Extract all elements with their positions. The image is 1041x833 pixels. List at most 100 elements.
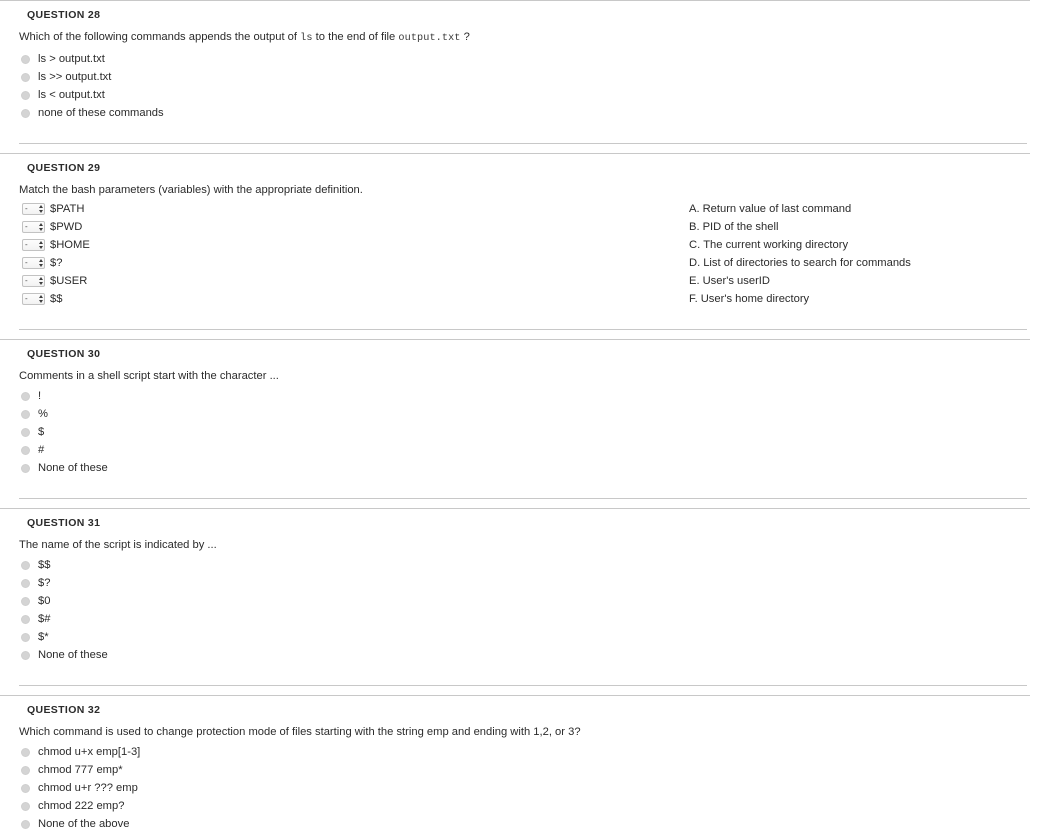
match-select-suser[interactable]: - <box>22 275 45 287</box>
question-bottom-divider <box>19 329 1027 330</box>
choice-label: # <box>38 444 45 456</box>
match-select-value: - <box>25 240 28 249</box>
radio-icon[interactable] <box>21 650 30 660</box>
question-block-q28: QUESTION 28 Which of the following comma… <box>0 0 1041 144</box>
radio-icon[interactable] <box>21 427 30 437</box>
matching-definitions-list: A. Return value of last command B. PID of … <box>689 200 911 308</box>
choice-list-q30: ! % $ # None of these <box>0 383 1041 477</box>
question-header-q29: QUESTION 29 <box>27 162 101 174</box>
choice-option[interactable]: None of these <box>0 459 1041 477</box>
radio-icon[interactable] <box>21 560 30 570</box>
match-select-shome[interactable]: - <box>22 239 45 251</box>
radio-icon[interactable] <box>21 801 30 811</box>
match-select-status[interactable]: - <box>22 257 45 269</box>
choice-label: ls > output.txt <box>38 53 105 65</box>
matching-term-label: $? <box>50 257 63 269</box>
radio-icon[interactable] <box>21 632 30 642</box>
choice-option[interactable]: # <box>0 441 1041 459</box>
matching-area-q29: - $PATH - $PWD - $HOME - $? - $USER - $$… <box>0 197 1041 308</box>
updown-spinner-icon[interactable] <box>39 205 43 213</box>
choice-label: $# <box>38 613 51 625</box>
matching-term-label: $HOME <box>50 239 90 251</box>
radio-icon[interactable] <box>21 578 30 588</box>
question-prompt-q29: Match the bash parameters (variables) wi… <box>19 184 363 196</box>
choice-label: ! <box>38 390 42 402</box>
updown-spinner-icon[interactable] <box>39 223 43 231</box>
choice-option[interactable]: $# <box>0 610 1041 628</box>
prompt-segment-text: Which of the following commands appends … <box>19 31 301 43</box>
definition-row: E. User's userID <box>689 272 911 290</box>
question-block-q32: QUESTION 32 Which command is used to cha… <box>0 695 1041 833</box>
match-select-value: - <box>25 258 28 267</box>
matching-term-label: $PATH <box>50 203 85 215</box>
choice-label: chmod 222 emp? <box>38 800 125 812</box>
question-block-q30: QUESTION 30 Comments in a shell script s… <box>0 339 1041 499</box>
radio-icon[interactable] <box>21 72 30 82</box>
quiz-container: QUESTION 28 Which of the following comma… <box>0 0 1041 833</box>
choice-option[interactable]: chmod u+r ??? emp <box>0 779 1041 797</box>
choice-option[interactable]: $? <box>0 574 1041 592</box>
updown-spinner-icon[interactable] <box>39 295 43 303</box>
choice-option[interactable]: ls < output.txt <box>0 86 1041 104</box>
radio-icon[interactable] <box>21 765 30 775</box>
choice-option[interactable]: % <box>0 405 1041 423</box>
choice-option[interactable]: ! <box>0 387 1041 405</box>
choice-label: % <box>38 408 48 420</box>
definition-key: A. <box>689 203 700 215</box>
choice-option[interactable]: $* <box>0 628 1041 646</box>
choice-label: $? <box>38 577 51 589</box>
choice-option[interactable]: $ <box>0 423 1041 441</box>
choice-label: None of these <box>38 649 108 661</box>
question-bottom-divider <box>19 498 1027 499</box>
choice-option[interactable]: $$ <box>0 556 1041 574</box>
prompt-segment-text: to the end of file <box>312 31 399 43</box>
radio-icon[interactable] <box>21 409 30 419</box>
updown-spinner-icon[interactable] <box>39 241 43 249</box>
choice-option[interactable]: $0 <box>0 592 1041 610</box>
definition-text: Return value of last command <box>702 203 852 215</box>
match-select-spwd[interactable]: - <box>22 221 45 233</box>
matching-term-label: $USER <box>50 275 88 287</box>
prompt-segment-code: ls <box>300 33 313 44</box>
question-header-q31: QUESTION 31 <box>27 517 101 529</box>
choice-option[interactable]: none of these commands <box>0 104 1041 122</box>
choice-option[interactable]: chmod 777 emp* <box>0 761 1041 779</box>
match-select-pid[interactable]: - <box>22 293 45 305</box>
choice-label: ls >> output.txt <box>38 71 112 83</box>
question-bottom-divider <box>19 143 1027 144</box>
question-header-q30: QUESTION 30 <box>27 348 101 360</box>
radio-icon[interactable] <box>21 108 30 118</box>
choice-option[interactable]: ls >> output.txt <box>0 68 1041 86</box>
updown-spinner-icon[interactable] <box>39 259 43 267</box>
radio-icon[interactable] <box>21 747 30 757</box>
radio-icon[interactable] <box>21 614 30 624</box>
choice-label: None of these <box>38 462 108 474</box>
choice-option[interactable]: chmod 222 emp? <box>0 797 1041 815</box>
choice-option[interactable]: None of the above <box>0 815 1041 833</box>
choice-option[interactable]: chmod u+x emp[1-3] <box>0 743 1041 761</box>
radio-icon[interactable] <box>21 819 30 829</box>
radio-icon[interactable] <box>21 596 30 606</box>
updown-spinner-icon[interactable] <box>39 277 43 285</box>
radio-icon[interactable] <box>21 445 30 455</box>
definition-row: C. The current working directory <box>689 236 911 254</box>
match-select-spath[interactable]: - <box>22 203 45 215</box>
choice-label: $$ <box>38 559 51 571</box>
choice-option[interactable]: None of these <box>0 646 1041 664</box>
question-prompt-q28: Which of the following commands appends … <box>0 22 1041 46</box>
question-bottom-divider <box>19 685 1027 686</box>
definition-text: User's home directory <box>700 293 810 305</box>
definition-text: PID of the shell <box>702 221 779 233</box>
choice-option[interactable]: ls > output.txt <box>0 50 1041 68</box>
radio-icon[interactable] <box>21 783 30 793</box>
radio-icon[interactable] <box>21 90 30 100</box>
radio-icon[interactable] <box>21 54 30 64</box>
choice-label: None of the above <box>38 818 130 830</box>
prompt-segment-text: ? <box>460 31 470 43</box>
radio-icon[interactable] <box>21 463 30 473</box>
definition-key: C. <box>689 239 701 251</box>
radio-icon[interactable] <box>21 391 30 401</box>
definition-row: F. User's home directory <box>689 290 911 308</box>
definition-key: D. <box>689 257 701 269</box>
definition-key: F. <box>689 293 698 305</box>
